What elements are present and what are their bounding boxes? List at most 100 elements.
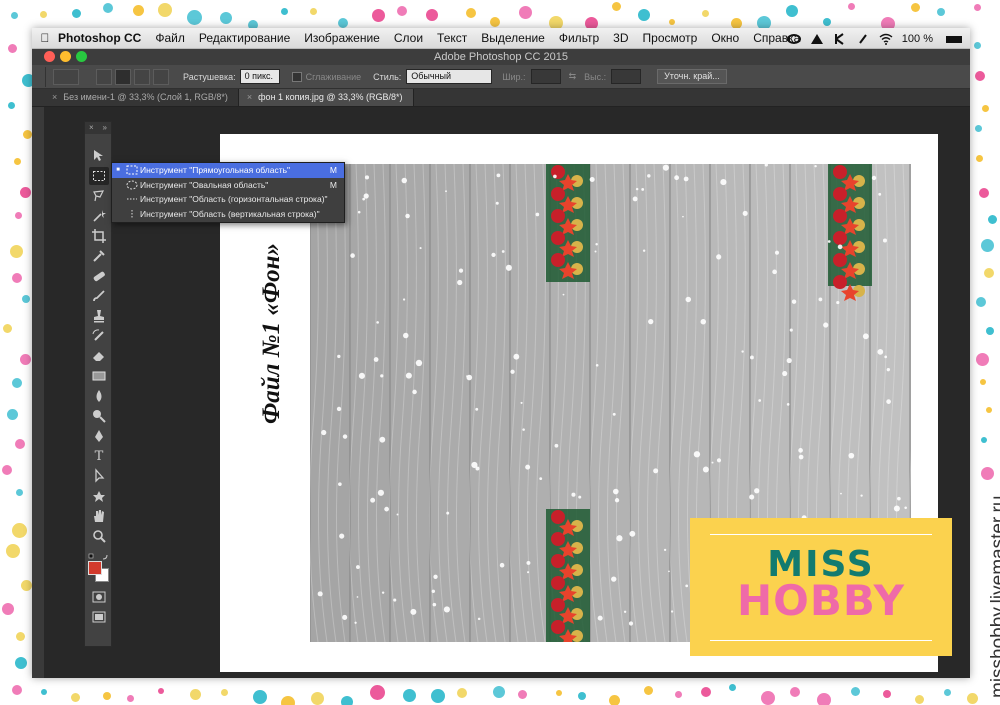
confetti-dot: [338, 17, 349, 28]
confetti-dot: [8, 101, 16, 109]
menu-type[interactable]: Текст: [437, 31, 467, 45]
menu-3d[interactable]: 3D: [613, 31, 628, 45]
menu-select[interactable]: Выделение: [481, 31, 545, 45]
close-tab-icon[interactable]: ×: [247, 92, 252, 102]
minimize-window-button[interactable]: [60, 51, 71, 62]
confetti-dot: [974, 70, 985, 81]
history-brush-tool-icon[interactable]: [89, 327, 109, 345]
intersect-selection-button[interactable]: [153, 68, 169, 85]
close-tab-icon[interactable]: ×: [52, 92, 57, 102]
confetti-dot: [40, 688, 47, 695]
confetti-dot: [981, 238, 995, 252]
confetti-dot: [518, 6, 532, 20]
menu-filter[interactable]: Фильтр: [559, 31, 599, 45]
collapse-panel-icon[interactable]: »: [103, 122, 107, 134]
confetti-dot: [187, 9, 203, 25]
antialias-checkbox[interactable]: [291, 71, 302, 82]
confetti-dot: [936, 8, 945, 17]
feather-input[interactable]: 0 пикс.: [239, 69, 280, 84]
confetti-dot: [914, 695, 924, 705]
confetti-dot: [609, 694, 621, 705]
menu-app-name[interactable]: Photoshop CC: [58, 31, 141, 45]
wifi-icon[interactable]: [879, 33, 893, 45]
menu-item-row-marquee[interactable]: Инструмент "Область (горизонтальная стро…: [112, 192, 344, 207]
menu-image[interactable]: Изображение: [304, 31, 380, 45]
confetti-dot: [23, 130, 33, 140]
refine-edge-button[interactable]: Уточн. край...: [657, 69, 727, 84]
confetti-dot: [40, 11, 48, 19]
quick-mask-icon[interactable]: [89, 588, 109, 606]
rect-marquee-tool-icon[interactable]: [89, 167, 109, 185]
new-selection-button[interactable]: [96, 68, 112, 85]
close-panel-icon[interactable]: ×: [89, 122, 94, 134]
apple-icon[interactable]: : [32, 31, 58, 45]
blur-tool-icon[interactable]: [89, 387, 109, 405]
path-selection-tool-icon[interactable]: [89, 467, 109, 485]
tab-background-copy[interactable]: × фон 1 копия.jpg @ 33,3% (RGB/8*): [238, 89, 414, 106]
confetti-dot: [980, 378, 987, 385]
row-marquee-icon: [124, 194, 140, 204]
menu-view[interactable]: Просмотр: [643, 31, 698, 45]
gradient-tool-icon[interactable]: [89, 367, 109, 385]
confetti-dot: [14, 438, 25, 449]
confetti-dot: [11, 272, 22, 283]
subtract-selection-button[interactable]: [134, 68, 150, 85]
close-window-button[interactable]: [44, 51, 55, 62]
eyedropper-tool-icon[interactable]: [89, 247, 109, 265]
menu-item-ellipse-marquee[interactable]: Инструмент "Овальная область" M: [112, 178, 344, 193]
confetti-dot: [221, 689, 229, 697]
confetti-dot: [157, 2, 172, 17]
column-marquee-icon: [124, 209, 140, 219]
magic-wand-tool-icon[interactable]: [89, 207, 109, 225]
tool-preset-picker[interactable]: [53, 68, 79, 85]
pen-tool-icon[interactable]: [89, 427, 109, 445]
drive-icon[interactable]: [810, 33, 824, 45]
custom-shape-tool-icon[interactable]: [89, 487, 109, 505]
creative-cloud-icon[interactable]: [786, 33, 801, 45]
hand-tool-icon[interactable]: [89, 507, 109, 525]
add-selection-button[interactable]: [115, 68, 131, 85]
confetti-dot: [157, 687, 164, 694]
swap-icon[interactable]: ⇆: [569, 71, 577, 82]
menu-file[interactable]: Файл: [155, 31, 185, 45]
height-input[interactable]: [611, 69, 642, 84]
menu-item-column-marquee[interactable]: Инструмент "Область (вертикальная строка…: [112, 207, 344, 222]
clone-stamp-tool-icon[interactable]: [89, 307, 109, 325]
menu-item-shortcut: M: [329, 165, 337, 176]
brush-tool-icon[interactable]: [89, 287, 109, 305]
type-tool-icon[interactable]: T: [89, 447, 109, 465]
confetti-dot: [426, 9, 439, 22]
lasso-tool-icon[interactable]: [89, 187, 109, 205]
k-app-icon[interactable]: [833, 32, 847, 45]
collapsed-panel-strip: [32, 107, 44, 678]
marquee-tools-flyout: ■ Инструмент "Прямоугольная область" M И…: [111, 162, 345, 223]
menu-edit[interactable]: Редактирование: [199, 31, 290, 45]
menu-window[interactable]: Окно: [711, 31, 739, 45]
eraser-tool-icon[interactable]: [89, 347, 109, 365]
tab-label: фон 1 копия.jpg @ 33,3% (RGB/8*): [258, 92, 403, 102]
menu-layers[interactable]: Слои: [394, 31, 423, 45]
dodge-tool-icon[interactable]: [89, 407, 109, 425]
healing-brush-tool-icon[interactable]: [89, 267, 109, 285]
battery-icon[interactable]: [942, 33, 962, 45]
zoom-tool-icon[interactable]: [89, 527, 109, 545]
foreground-color-swatch[interactable]: [88, 561, 102, 575]
screen-mode-icon[interactable]: [89, 608, 109, 626]
confetti-dot: [252, 689, 267, 704]
confetti-dot: [980, 467, 994, 480]
zoom-window-button[interactable]: [76, 51, 87, 62]
clip-icon[interactable]: [856, 33, 870, 45]
tab-untitled-1[interactable]: × Без имени-1 @ 33,3% (Слой 1, RGB/8*): [44, 89, 239, 106]
confetti-dot: [518, 690, 527, 700]
width-input[interactable]: [530, 69, 561, 84]
move-tool-icon[interactable]: [89, 147, 109, 165]
menu-item-rect-marquee[interactable]: ■ Инструмент "Прямоугольная область" M: [112, 163, 344, 178]
confetti-dot: [281, 7, 289, 15]
style-select[interactable]: Обычный: [406, 69, 493, 84]
confetti-dot: [15, 657, 28, 670]
color-reset-icon[interactable]: [88, 548, 110, 560]
crop-tool-icon[interactable]: [89, 227, 109, 245]
document-tabs: × Без имени-1 @ 33,3% (Слой 1, RGB/8*) × ф…: [32, 89, 970, 107]
confetti-dot: [19, 354, 31, 366]
antialias-label: Сглаживание: [305, 71, 362, 82]
